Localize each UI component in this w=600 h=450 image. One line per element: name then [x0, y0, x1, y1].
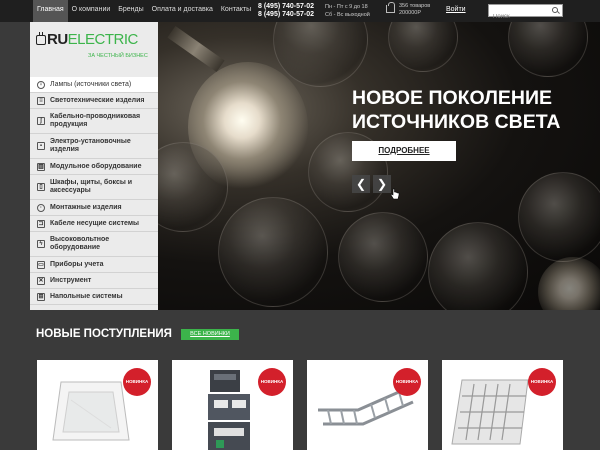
cart-total: 200000Р: [399, 10, 422, 16]
screw-icon: ·: [37, 203, 45, 212]
new-arrivals-title: НОВЫЕ ПОСТУПЛЕНИЯ: [36, 328, 172, 340]
category-label: Монтажные изделия: [50, 203, 122, 211]
category-cable[interactable]: ʃ Кабельно-проводниковая продукция: [30, 109, 158, 134]
phone-2[interactable]: 8 (495) 740-57-02: [258, 11, 314, 19]
category-high-voltage[interactable]: ϟ Высоковольтное оборудование: [30, 232, 158, 257]
meter-icon: ▭: [37, 260, 45, 269]
lamp-fixture-icon: ≡: [37, 96, 45, 105]
category-label: Высоковольтное оборудование: [50, 236, 110, 251]
tools-icon: ✕: [37, 276, 45, 285]
search-icon[interactable]: [552, 7, 560, 15]
category-label: Шкафы, щиты, боксы и аксессуары: [50, 179, 133, 194]
category-label: Кабеле несущие системы: [50, 219, 139, 227]
category-lighting[interactable]: ≡ Светотехнические изделия: [30, 93, 158, 109]
category-floor-systems[interactable]: ⊞ Напольные системы: [30, 289, 158, 305]
nav-brands[interactable]: Бренды: [114, 0, 147, 22]
product-card-1[interactable]: НОВИНКА: [37, 360, 158, 450]
logo-electric: ELECTRIC: [67, 31, 139, 48]
category-lamps[interactable]: ♀ Лампы (источники света): [30, 77, 158, 93]
socket-icon: ▪: [37, 142, 45, 150]
high-voltage-icon: ϟ: [37, 240, 45, 248]
category-meters[interactable]: ▭ Приборы учета: [30, 257, 158, 273]
top-nav: Главная О компании Бренды Оплата и доста…: [33, 0, 255, 22]
left-panel: RU ELECTRIC ЗА ЧЕСТНЫЙ БИЗНЕС ♀ Лампы (и…: [30, 22, 158, 310]
ceiling-lamp-image: [52, 381, 130, 441]
nav-home[interactable]: Главная: [33, 0, 68, 22]
product-card-4[interactable]: НОВИНКА: [442, 360, 563, 450]
category-label: Напольные системы: [50, 292, 123, 300]
top-bar: Главная О компании Бренды Оплата и доста…: [0, 0, 600, 23]
nav-contacts[interactable]: Контакты: [217, 0, 255, 22]
search-box: [488, 4, 563, 23]
lightbulb-icon: ♀: [37, 80, 45, 89]
hero-more-button[interactable]: ПОДРОБНЕЕ: [352, 141, 456, 161]
category-label: Модульное оборудование: [50, 162, 142, 170]
site-logo[interactable]: RU ELECTRIC: [36, 31, 138, 48]
phone-numbers: 8 (495) 740-57-02 8 (495) 740-57-02: [258, 3, 314, 19]
category-label: Приборы учета: [50, 260, 104, 268]
slider-next-button[interactable]: ❯: [373, 175, 391, 193]
hours-weekdays: Пн - Пт с 9 до 18: [325, 4, 368, 10]
category-cabinets[interactable]: ▯ Шкафы, щиты, боксы и аксессуары: [30, 175, 158, 200]
shopping-bag-icon: [386, 2, 395, 13]
cart-summary[interactable]: 356 товаров 200000Р: [386, 2, 431, 17]
category-label: Лампы (источники света): [50, 80, 132, 88]
plug-icon: [36, 31, 46, 45]
hand-cursor-icon: [390, 188, 400, 200]
new-badge: НОВИНКА: [258, 368, 286, 396]
nav-payment-delivery[interactable]: Оплата и доставка: [148, 0, 217, 22]
slider-prev-button[interactable]: ❮: [352, 175, 370, 193]
floor-box-icon: ⊞: [37, 292, 45, 301]
category-cable-trays[interactable]: ⊐ Кабеле несущие системы: [30, 216, 158, 232]
cabinet-icon: ▯: [37, 183, 45, 191]
category-tools[interactable]: ✕ Инструмент: [30, 273, 158, 289]
logo-tagline: ЗА ЧЕСТНЫЙ БИЗНЕС: [88, 53, 148, 59]
logo-ru: RU: [47, 31, 68, 48]
cable-icon: ʃ: [37, 117, 45, 125]
category-modular[interactable]: ▥ Модульное оборудование: [30, 159, 158, 175]
category-menu: ♀ Лампы (источники света) ≡ Светотехниче…: [30, 77, 158, 305]
category-label: Светотехнические изделия: [50, 96, 145, 104]
new-badge: НОВИНКА: [393, 368, 421, 396]
search-input[interactable]: [489, 11, 549, 23]
hero-banner: НОВОЕ ПОКОЛЕНИЕ ИСТОЧНИКОВ СВЕТА ПОДРОБН…: [158, 22, 600, 310]
nav-about[interactable]: О компании: [68, 0, 115, 22]
category-mounting[interactable]: · Монтажные изделия: [30, 200, 158, 216]
new-badge: НОВИНКА: [528, 368, 556, 396]
working-hours: Пн - Пт с 9 до 18 Сб - Вс выходной: [325, 3, 370, 19]
louver-lamp-image: [451, 379, 529, 445]
cart-count: 356 товаров: [399, 3, 431, 9]
category-label: Кабельно-проводниковая продукция: [50, 113, 141, 128]
all-new-button[interactable]: ВСЕ НОВИНКИ: [181, 329, 239, 340]
login-link[interactable]: Войти: [446, 6, 466, 13]
product-card-2[interactable]: НОВИНКА: [172, 360, 293, 450]
hero-title: НОВОЕ ПОКОЛЕНИЕ ИСТОЧНИКОВ СВЕТА: [352, 87, 561, 133]
category-label: Электро-установочные изделия: [50, 138, 131, 153]
contactor-image: [208, 370, 250, 450]
hours-weekend: Сб - Вс выходной: [325, 12, 370, 18]
cable-tray-icon: ⊐: [37, 219, 45, 228]
category-label: Инструмент: [50, 276, 92, 284]
new-badge: НОВИНКА: [123, 368, 151, 396]
phone-1[interactable]: 8 (495) 740-57-02: [258, 3, 314, 11]
breaker-icon: ▥: [37, 162, 45, 171]
category-wiring-devices[interactable]: ▪ Электро-установочные изделия: [30, 134, 158, 159]
product-card-3[interactable]: НОВИНКА: [307, 360, 428, 450]
